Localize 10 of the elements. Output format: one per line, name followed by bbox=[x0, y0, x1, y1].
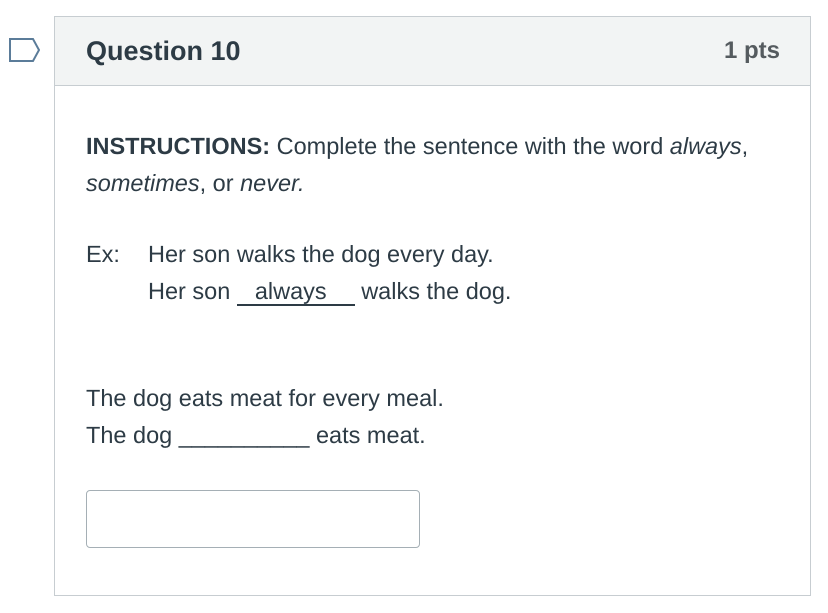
question-sentence: The dog eats meat for every meal. bbox=[86, 384, 445, 413]
question-title: Question 10 bbox=[86, 36, 241, 66]
flag-icon[interactable] bbox=[9, 38, 40, 62]
answer-input-field[interactable] bbox=[86, 490, 420, 548]
example-label: Ex: bbox=[86, 240, 121, 269]
instructions-text: INSTRUCTIONS: Complete the sentence with the word always, sometimes, or never. bbox=[86, 132, 750, 198]
example-answer-sentence: Her son always walks the dog. bbox=[148, 277, 512, 308]
question-sentence: The dog __________ eats meat. bbox=[86, 421, 427, 450]
example-sentence: Her son walks the dog every day. bbox=[148, 240, 495, 269]
points-label: 1 pts bbox=[724, 37, 780, 65]
